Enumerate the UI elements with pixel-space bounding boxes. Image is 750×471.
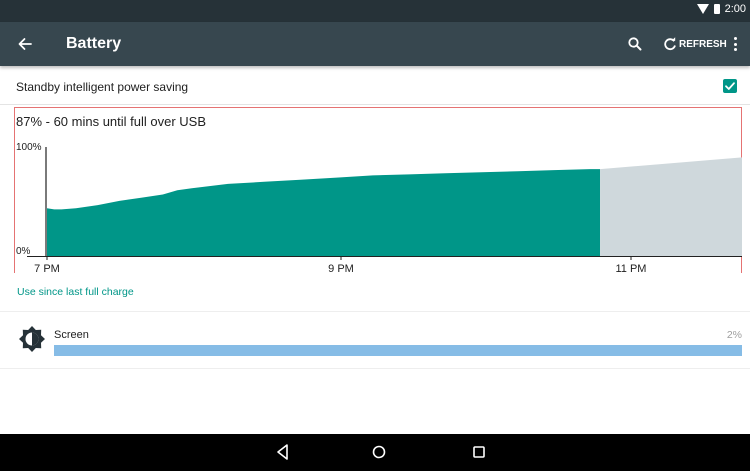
brightness-icon bbox=[19, 326, 45, 352]
usage-item-label: Screen bbox=[54, 329, 89, 341]
usage-bar-track bbox=[54, 345, 742, 356]
divider bbox=[0, 311, 750, 312]
nav-home-icon bbox=[372, 445, 386, 459]
battery-chart-plot: 100% 0%7 PM 9 PM 11 PM bbox=[16, 142, 742, 275]
battery-level-area bbox=[47, 169, 601, 256]
nav-recents-icon bbox=[473, 446, 485, 458]
nav-back-icon bbox=[277, 444, 288, 460]
y-tick-label-0: 0% bbox=[16, 246, 31, 257]
usage-bar-fill bbox=[54, 345, 742, 356]
nav-recents-button[interactable] bbox=[469, 442, 489, 462]
y-tick-label-100: 100% bbox=[16, 142, 42, 153]
use-since-last-full-charge[interactable]: Use since last full charge bbox=[17, 286, 134, 298]
nav-home-button[interactable] bbox=[369, 442, 389, 462]
x-tick-label: 9 PM bbox=[328, 263, 354, 275]
nav-back-button[interactable] bbox=[273, 442, 293, 462]
usage-item-percent: 2% bbox=[726, 329, 742, 341]
battery-prediction-area bbox=[600, 157, 742, 256]
divider bbox=[0, 368, 750, 369]
usage-item-screen[interactable] bbox=[0, 318, 750, 366]
x-tick-label: 7 PM bbox=[34, 263, 60, 275]
x-tick-label: 11 PM bbox=[616, 263, 647, 275]
